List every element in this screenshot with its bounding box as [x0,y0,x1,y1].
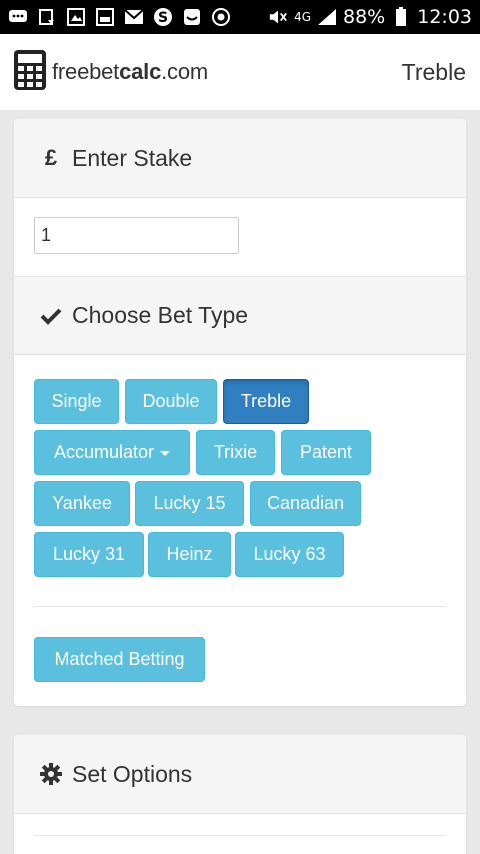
svg-text:S: S [158,10,168,26]
network-type: 4G [294,10,311,24]
battery-percent: 88% [343,6,386,28]
gear-icon [40,763,62,785]
target-icon [211,7,231,27]
download-icon [37,7,57,27]
bet-lucky31-button[interactable]: Lucky 31 [34,532,144,577]
message-icon [8,7,28,27]
battery-icon [391,7,411,27]
brand-name: freebetcalc.com [52,59,208,84]
checkmark-icon [40,307,62,325]
bet-type-heading: Choose Bet Type [14,276,466,355]
caret-down-icon [160,451,171,456]
options-panel: Set Options [14,735,466,854]
brand-logo[interactable]: freebetcalc.com [14,49,208,95]
clock: 12:03 [417,6,472,28]
stake-heading-label: Enter Stake [72,144,193,171]
bet-heinz-button[interactable]: Heinz [148,532,231,577]
page-title: Treble [401,58,466,85]
calculator-panel: £ Enter Stake Choose Bet Type Single Dou… [14,119,466,706]
bet-lucky15-button[interactable]: Lucky 15 [135,481,244,526]
divider [34,606,446,607]
image-icon [66,7,86,27]
status-bar: S 4G 88% 12:03 [0,0,480,34]
mail-icon [124,7,144,27]
skype-icon: S [153,7,173,27]
signal-icon [317,7,337,27]
bet-lucky63-button[interactable]: Lucky 63 [235,532,344,577]
gallery-icon [95,7,115,27]
bet-yankee-button[interactable]: Yankee [34,481,130,526]
bet-double-button[interactable]: Double [125,379,217,424]
app-header: freebetcalc.com Treble [0,34,480,110]
inbox-icon [182,7,202,27]
bet-single-button[interactable]: Single [34,379,119,424]
notification-icons: S [8,7,231,27]
options-divider [34,835,446,836]
options-heading-label: Set Options [72,760,193,787]
mute-icon [268,7,288,27]
bet-type-heading-label: Choose Bet Type [72,302,249,328]
options-heading: Set Options [14,735,466,814]
calculator-icon [14,49,46,95]
matched-betting-button[interactable]: Matched Betting [34,637,205,682]
bet-treble-button[interactable]: Treble [223,379,309,424]
bet-patent-button[interactable]: Patent [281,430,371,475]
bet-accumulator-dropdown[interactable]: Accumulator [34,430,190,475]
stake-input[interactable] [34,217,239,254]
bet-canadian-button[interactable]: Canadian [250,481,361,526]
bet-trixie-button[interactable]: Trixie [196,430,275,475]
accumulator-label: Accumulator [53,442,155,462]
pound-icon: £ [44,145,58,170]
stake-heading: £ Enter Stake [14,119,466,198]
